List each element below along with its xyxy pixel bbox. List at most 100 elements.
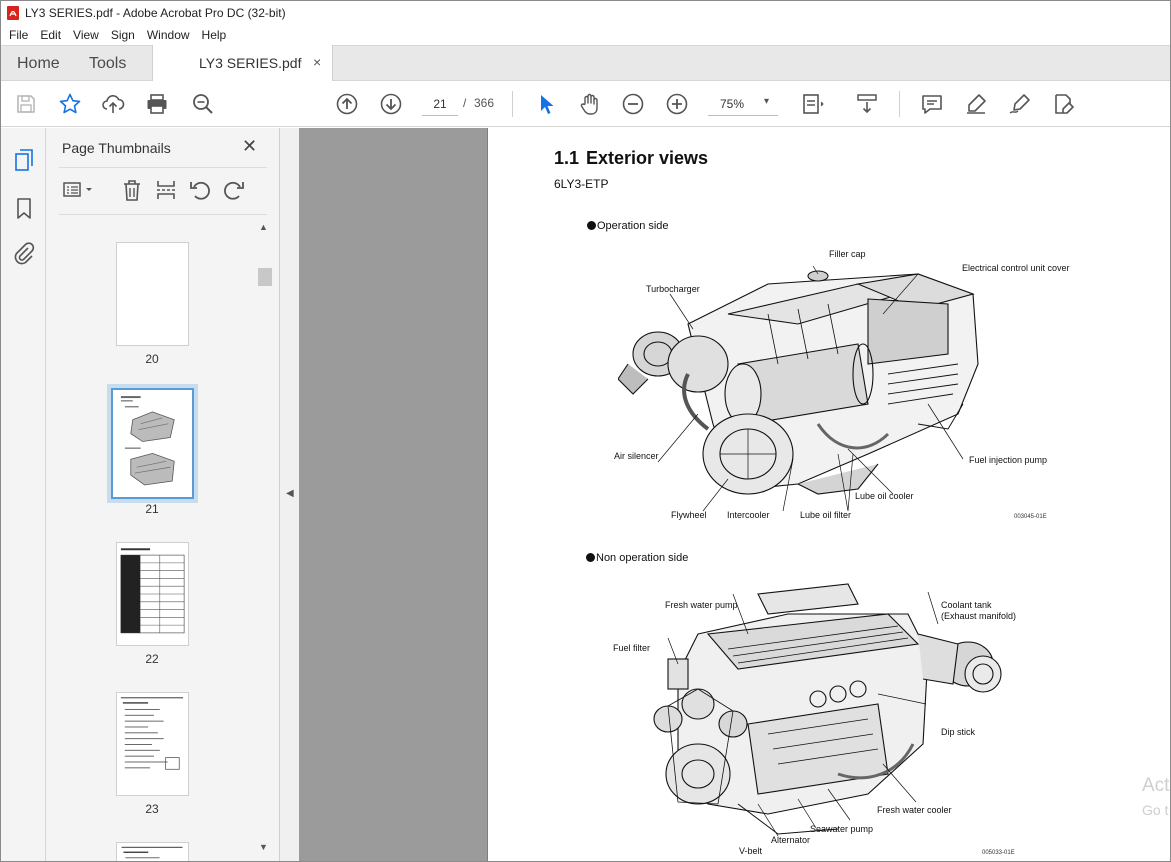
thumbnail-page-number: 21	[145, 502, 159, 516]
page-thumbnail[interactable]	[116, 242, 189, 346]
callout-lube-oil-cooler: Lube oil cooler	[855, 491, 914, 501]
rotate-left-icon[interactable]	[188, 178, 212, 202]
page-thumbnail[interactable]	[116, 542, 189, 646]
menu-bar: File Edit View Sign Window Help	[1, 25, 1170, 45]
page-thumbnails-panel: Page Thumbnails ✕ 20 21 22 23 ▲ ▼	[46, 128, 280, 861]
highlight-icon[interactable]	[964, 92, 988, 116]
thumbnails-scrollbar[interactable]: ▲ ▼	[256, 220, 272, 860]
toolbar: 21 / 366 75% ▾	[1, 81, 1170, 127]
callout-coolant-tank: Coolant tank	[941, 600, 992, 610]
non-operation-side-label: Non operation side	[596, 552, 689, 564]
callout-electrical-control-unit-cover: Electrical control unit cover	[962, 263, 1070, 273]
hand-icon[interactable]	[578, 92, 602, 116]
zoom-dropdown[interactable]: 75% ▾	[708, 92, 778, 116]
non-operation-side-heading: Non operation side	[586, 552, 688, 564]
callout-seawater-pump: Seawater pump	[810, 824, 874, 834]
thumbnail-preview	[121, 846, 183, 859]
window-title: LY3 SERIES.pdf - Adobe Acrobat Pro DC (3…	[25, 6, 286, 20]
page-thumbnail-selected[interactable]	[107, 384, 198, 503]
delete-page-icon[interactable]	[120, 178, 144, 202]
activation-watermark-line2: Go t	[1142, 802, 1169, 818]
operation-side-heading: Operation side	[587, 220, 669, 232]
print-icon[interactable]	[145, 92, 169, 116]
menu-help[interactable]: Help	[196, 28, 233, 42]
toolbar-divider	[899, 91, 900, 117]
callout-intercooler: Intercooler	[727, 510, 770, 520]
zoom-out-icon[interactable]	[621, 92, 645, 116]
thumbnail-page-number: 23	[145, 802, 159, 816]
page-fit-icon[interactable]	[801, 92, 825, 116]
comment-icon[interactable]	[920, 92, 944, 116]
upload-icon[interactable]	[101, 92, 125, 116]
thumbnail-page-number: 20	[145, 352, 159, 366]
tab-document[interactable]: LY3 SERIES.pdf ×	[152, 45, 333, 82]
callout-fuel-injection-pump: Fuel injection pump	[969, 455, 1048, 465]
bullet-icon	[587, 221, 596, 230]
page-number-input[interactable]: 21	[422, 92, 458, 116]
close-panel-button[interactable]: ✕	[242, 136, 257, 157]
zoom-value: 75%	[720, 97, 745, 111]
page-thumbnails-icon[interactable]	[12, 148, 36, 172]
total-pages: 366	[474, 96, 495, 110]
page-up-icon[interactable]	[335, 92, 359, 116]
engine-operation-side-illustration	[618, 265, 979, 512]
activation-watermark-line1: Act	[1142, 775, 1170, 796]
figure-code: 003045-01E	[1014, 514, 1047, 520]
panel-title: Page Thumbnails	[62, 140, 171, 156]
callout-dip-stick: Dip stick	[941, 727, 976, 737]
tab-tools[interactable]: Tools	[89, 55, 126, 73]
page-thumbnail[interactable]	[116, 842, 189, 861]
callout-filler-cap: Filler cap	[829, 249, 866, 259]
thumbnail-options-icon[interactable]	[62, 178, 96, 202]
callout-flywheel: Flywheel	[671, 510, 707, 520]
page-thumbnail[interactable]	[116, 692, 189, 796]
page-separator: /	[463, 96, 467, 110]
bookmark-icon[interactable]	[12, 196, 36, 220]
menu-sign[interactable]: Sign	[105, 28, 141, 42]
attachment-icon[interactable]	[12, 241, 36, 265]
tab-home[interactable]: Home	[17, 55, 60, 73]
scroll-mode-icon[interactable]	[855, 92, 879, 116]
callout-fresh-water-cooler: Fresh water cooler	[877, 805, 952, 815]
navigation-rail	[1, 128, 46, 861]
toolbar-divider	[512, 91, 513, 117]
tab-bar: Home Tools LY3 SERIES.pdf ×	[1, 45, 1170, 82]
acrobat-window: LY3 SERIES.pdf - Adobe Acrobat Pro DC (3…	[0, 0, 1171, 862]
select-cursor-icon[interactable]	[534, 92, 558, 116]
close-tab-button[interactable]: ×	[313, 54, 321, 70]
thumbnail-preview	[120, 697, 184, 770]
scrollbar-thumb[interactable]	[258, 268, 272, 286]
search-zoom-icon[interactable]	[191, 92, 215, 116]
sign-icon[interactable]	[1008, 92, 1032, 116]
scroll-up-arrow[interactable]: ▲	[259, 222, 268, 232]
section-title: Exterior views	[586, 148, 709, 168]
acrobat-logo-icon	[7, 6, 19, 20]
document-tab-label: LY3 SERIES.pdf	[199, 55, 302, 71]
model-name: 6LY3-ETP	[554, 177, 609, 191]
callout-air-silencer: Air silencer	[614, 451, 659, 461]
panel-splitter[interactable]: ◀	[280, 128, 299, 861]
callout-fresh-water-pump: Fresh water pump	[665, 600, 738, 610]
star-icon[interactable]	[58, 92, 82, 116]
callout-alternator: Alternator	[771, 835, 811, 845]
panel-divider	[59, 167, 267, 168]
save-icon[interactable]	[14, 92, 38, 116]
operation-side-label: Operation side	[597, 220, 669, 232]
zoom-in-icon[interactable]	[665, 92, 689, 116]
extract-pages-icon[interactable]	[154, 178, 178, 202]
edit-pdf-icon[interactable]	[1052, 92, 1076, 116]
page-down-icon[interactable]	[379, 92, 403, 116]
callout-turbocharger: Turbocharger	[646, 284, 700, 294]
scroll-down-arrow[interactable]: ▼	[259, 842, 268, 852]
menu-edit[interactable]: Edit	[34, 28, 67, 42]
rotate-right-icon[interactable]	[222, 178, 246, 202]
document-viewport[interactable]: 1.1 Exterior views 6LY3-ETP Operation si…	[299, 128, 1170, 861]
thumbnail-page-number: 22	[145, 652, 159, 666]
menu-file[interactable]: File	[1, 28, 34, 42]
collapse-panel-arrow[interactable]: ◀	[286, 488, 294, 499]
menu-view[interactable]: View	[67, 28, 105, 42]
figure-code: 005033-01E	[982, 850, 1015, 856]
bullet-icon	[586, 553, 595, 562]
menu-window[interactable]: Window	[141, 28, 196, 42]
thumbnail-preview	[120, 548, 185, 634]
